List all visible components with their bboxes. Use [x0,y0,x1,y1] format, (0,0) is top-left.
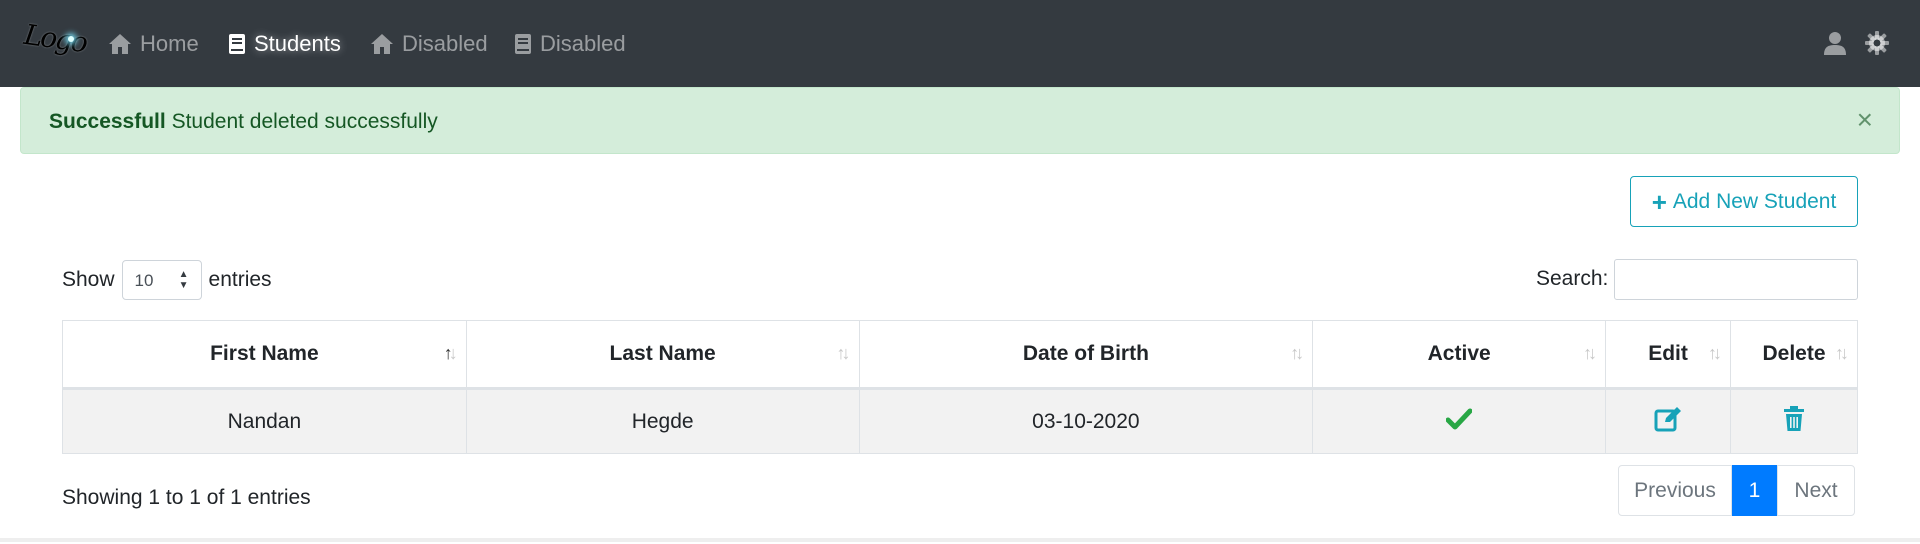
book-icon [229,34,245,54]
home-icon [371,34,393,54]
column-header-label: Last Name [609,342,716,365]
length-control: Show 10 ▲ ▼ entries [62,260,272,300]
sort-icon: ↑↓ [1290,343,1304,363]
next-button[interactable]: Next [1777,465,1855,516]
add-new-student-button[interactable]: + Add New Student [1630,176,1858,227]
column-header-label: Delete [1762,342,1826,365]
alert-text: Successfull Student deleted successfully [49,110,438,134]
check-icon [1445,408,1473,429]
column-header-label: Date of Birth [1022,342,1149,365]
column-header-active[interactable]: Active ↑↓ [1312,320,1607,390]
book-icon [515,34,531,54]
cell-delete [1730,388,1858,454]
plus-icon: + [1651,186,1667,217]
nav-item-home[interactable]: Home [108,28,199,60]
table-row: Nandan Hegde 03-10-2020 [62,388,1858,454]
cell-active [1312,388,1607,454]
nav-item-label: Home [140,31,199,56]
nav-item-label: Disabled [540,31,626,56]
table-header-row: First Name ↑↓ Last Name ↑↓ Date of Birth… [62,320,1858,390]
cell-last-name: Hegde [465,388,860,454]
table-info: Showing 1 to 1 of 1 entries [62,486,311,509]
search-input[interactable] [1614,259,1858,300]
logo-text: Logo [22,17,89,60]
pagination: Previous 1 Next [1618,465,1855,516]
logo-glow [68,36,74,42]
close-icon[interactable]: × [1857,106,1873,134]
logo[interactable]: Logo [22,14,88,74]
add-button-label: Add New Student [1672,189,1837,213]
cell-dob: 03-10-2020 [858,388,1314,454]
column-header-date-of-birth[interactable]: Date of Birth ↑↓ [858,320,1314,390]
alert-title: Successfull [49,110,166,133]
alert-message: Student deleted successfully [171,110,438,133]
sort-icon: ↑↓ [1708,343,1722,363]
nav-item-disabled-2: Disabled [514,28,626,60]
entries-label: entries [208,268,272,291]
nav-item-students[interactable]: Students [228,28,341,60]
show-label: Show [62,268,115,291]
entries-select[interactable]: 10 ▲ ▼ [121,260,202,300]
column-header-delete[interactable]: Delete ↑↓ [1730,320,1858,390]
home-icon [109,34,131,54]
column-header-last-name[interactable]: Last Name ↑↓ [465,320,860,390]
cell-first-name: Nandan [62,388,467,454]
page-1-button[interactable]: 1 [1732,465,1777,516]
students-table: First Name ↑↓ Last Name ↑↓ Date of Birth… [62,320,1858,454]
sort-icon: ↑↓ [1835,343,1849,363]
nav-item-disabled-1: Disabled [370,28,488,60]
trash-icon[interactable] [1783,405,1805,432]
entries-select-value: 10 [134,271,154,290]
cell-edit [1605,388,1732,454]
gear-icon[interactable] [1864,30,1890,56]
search-label: Search: [1536,267,1609,290]
column-header-label: Active [1427,342,1491,365]
previous-button[interactable]: Previous [1618,465,1732,516]
nav-item-label: Students [254,31,341,56]
edit-icon[interactable] [1654,406,1682,432]
navbar: Logo Home Students Disabled Disabled [0,0,1920,87]
column-header-label: First Name [210,342,319,365]
nav-item-label: Disabled [402,31,488,56]
sort-icon: ↑↓ [836,343,851,363]
success-alert: Successfull Student deleted successfully… [20,87,1900,154]
column-header-edit[interactable]: Edit ↑↓ [1605,320,1732,390]
user-icon[interactable] [1822,30,1848,56]
bottom-divider [0,538,1920,542]
sort-icon: ↑↓ [443,343,458,363]
sort-icon: ↑↓ [1583,343,1597,363]
select-arrows-icon: ▲ ▼ [178,269,189,291]
column-header-first-name[interactable]: First Name ↑↓ [62,320,467,390]
column-header-label: Edit [1648,342,1688,365]
